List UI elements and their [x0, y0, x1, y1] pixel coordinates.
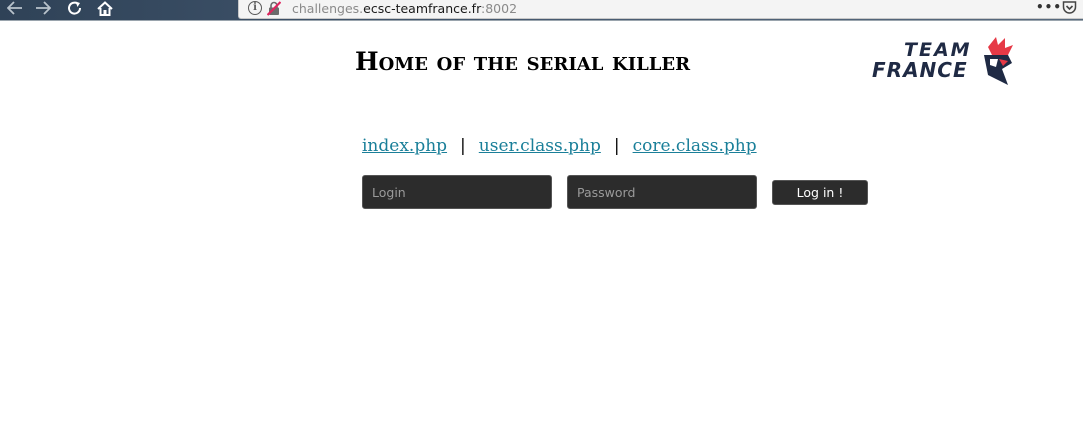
logo-france-text: FRANCE	[872, 58, 968, 82]
link-user-class-php[interactable]: user.class.php	[479, 136, 601, 156]
source-links: index.php | user.class.php | core.class.php	[362, 134, 757, 158]
rooster-icon	[984, 37, 1013, 85]
url-text[interactable]: challenges.ecsc-teamfrance.fr:8002	[292, 1, 517, 17]
forward-icon[interactable]	[32, 0, 54, 18]
home-icon[interactable]	[94, 0, 116, 18]
team-france-logo: TEAM FRANCE	[870, 34, 1020, 90]
link-separator: |	[613, 136, 620, 156]
link-index-php[interactable]: index.php	[362, 136, 447, 156]
url-bar[interactable]: i challenges.ecsc-teamfrance.fr:8002 •••	[238, 0, 1083, 19]
browser-toolbar: i challenges.ecsc-teamfrance.fr:8002 •••	[0, 0, 1083, 21]
insecure-connection-icon[interactable]	[267, 1, 281, 16]
pocket-icon[interactable]	[1062, 0, 1077, 15]
link-core-class-php[interactable]: core.class.php	[633, 136, 757, 156]
password-input[interactable]	[567, 175, 757, 209]
url-prefix: challenges.	[292, 1, 364, 16]
login-button[interactable]: Log in !	[772, 180, 868, 205]
logo-team-text: TEAM	[904, 39, 972, 61]
reload-icon[interactable]	[64, 0, 86, 18]
page-actions-icon[interactable]: •••	[1036, 0, 1061, 16]
link-separator: |	[460, 136, 466, 156]
page-title: Home of the serial killer	[355, 47, 691, 76]
info-icon[interactable]: i	[248, 1, 262, 15]
back-icon[interactable]	[4, 0, 26, 18]
url-port: :8002	[481, 1, 518, 16]
url-domain: ecsc-teamfrance.fr	[363, 1, 481, 16]
login-input[interactable]	[362, 175, 552, 209]
